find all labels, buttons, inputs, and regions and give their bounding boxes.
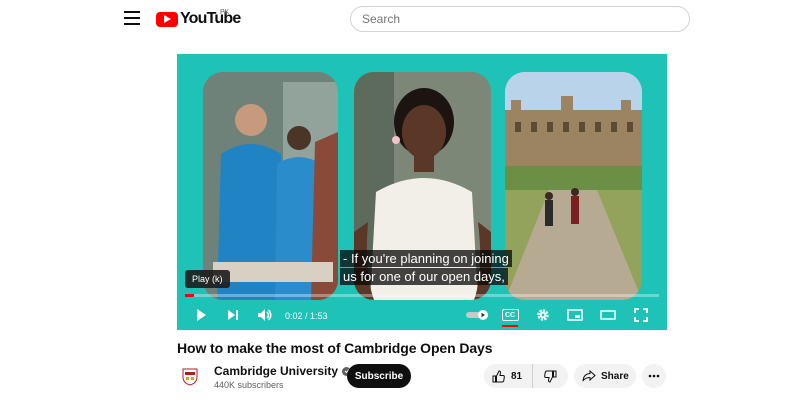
more-horizontal-icon — [648, 374, 660, 378]
play-button[interactable] — [190, 304, 212, 326]
fullscreen-button[interactable] — [630, 304, 652, 326]
theater-mode-icon — [600, 310, 616, 320]
autoplay-toggle-icon — [466, 310, 488, 320]
share-icon — [582, 370, 596, 382]
like-button[interactable]: 81 — [484, 364, 533, 388]
college-courtyard-image — [505, 72, 642, 300]
share-button[interactable]: Share — [574, 364, 636, 388]
autoplay-toggle[interactable] — [465, 304, 491, 326]
subscribe-button[interactable]: Subscribe — [347, 364, 411, 388]
channel-avatar[interactable] — [179, 366, 201, 388]
thumbs-down-icon — [544, 370, 557, 383]
miniplayer-icon — [567, 309, 583, 321]
like-count: 81 — [511, 370, 523, 382]
skip-next-icon — [228, 310, 238, 320]
subtitles-button[interactable]: CC — [499, 304, 521, 326]
like-dislike-group: 81 — [484, 364, 568, 388]
search-input[interactable] — [350, 6, 690, 32]
settings-button[interactable] — [532, 304, 554, 326]
volume-button[interactable] — [254, 304, 276, 326]
thumbs-up-icon — [492, 369, 505, 382]
more-actions-button[interactable] — [642, 364, 666, 388]
video-title: How to make the most of Cambridge Open D… — [177, 340, 493, 356]
next-button[interactable] — [222, 304, 244, 326]
channel-name[interactable]: Cambridge University — [214, 364, 352, 378]
cc-label: CC — [504, 311, 516, 319]
top-bar: YouTube PK — [0, 0, 800, 38]
gear-icon — [537, 309, 549, 321]
cc-icon: CC — [501, 309, 519, 321]
dislike-button[interactable] — [533, 364, 568, 388]
progress-fill — [185, 294, 195, 297]
logo-text: YouTube — [180, 10, 241, 27]
subscriber-count: 440K subscribers — [214, 380, 284, 390]
fullscreen-icon — [634, 308, 648, 322]
video-frame-left-panel — [203, 72, 338, 300]
people-at-desk-image — [203, 72, 338, 300]
play-tooltip: Play (k) — [185, 270, 230, 288]
progress-bar[interactable] — [185, 294, 659, 297]
cc-active-indicator — [502, 325, 518, 327]
youtube-play-icon — [156, 11, 178, 27]
caption-line-1: - If you're planning on joining — [340, 250, 512, 267]
caption-text: - If you're planning on joining us for o… — [340, 250, 512, 286]
video-frame-right-panel — [505, 72, 642, 300]
play-icon — [197, 309, 206, 321]
channel-name-text: Cambridge University — [214, 364, 339, 378]
menu-icon[interactable] — [124, 11, 140, 25]
player-controls: 0:02 / 1:53 CC — [177, 300, 667, 330]
time-display: 0:02 / 1:53 — [285, 311, 328, 321]
volume-icon — [258, 309, 272, 321]
theater-mode-button[interactable] — [597, 304, 619, 326]
country-code: PK — [220, 9, 230, 16]
caption-line-2: us for one of our open days, — [340, 268, 508, 285]
miniplayer-button[interactable] — [564, 304, 586, 326]
cambridge-crest-icon — [182, 368, 198, 386]
share-label: Share — [601, 370, 629, 382]
video-player[interactable]: - If you're planning on joining us for o… — [177, 54, 667, 330]
